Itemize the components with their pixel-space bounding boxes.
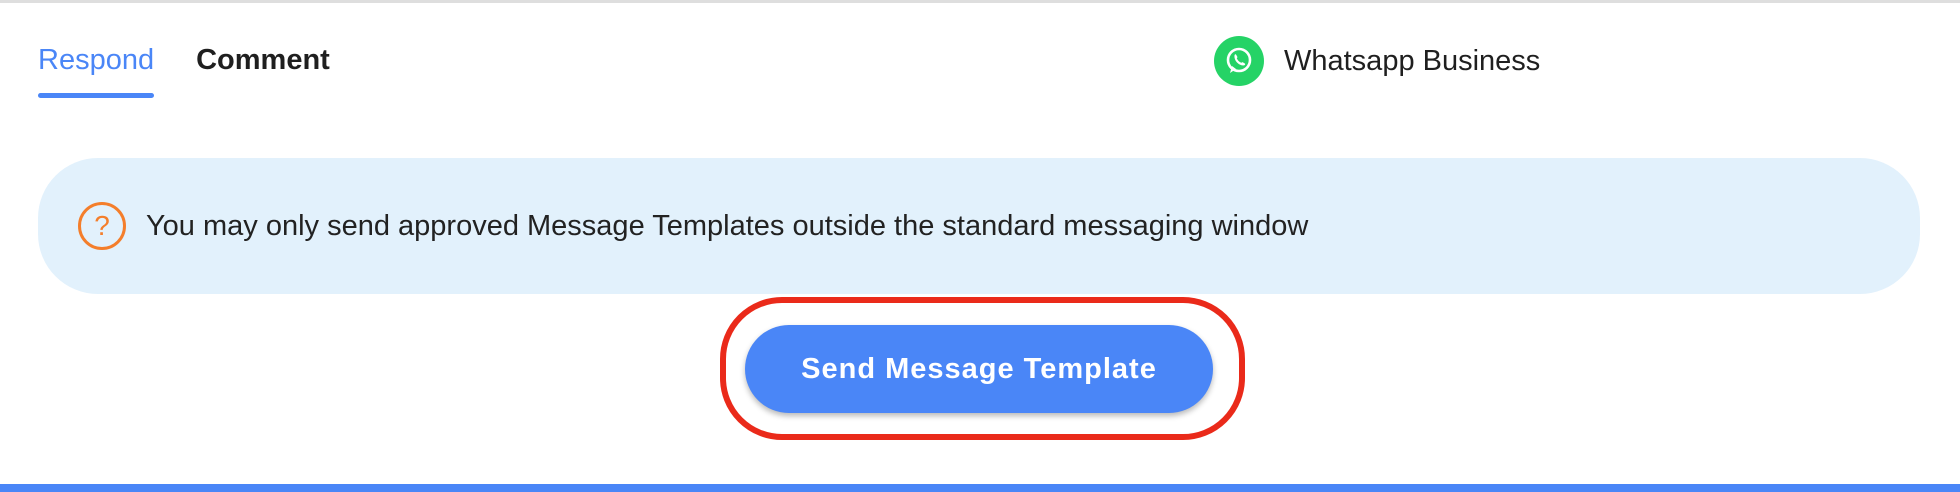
channel-label: Whatsapp Business (1284, 44, 1541, 77)
tab-respond[interactable]: Respond (38, 38, 155, 98)
send-message-template-button[interactable]: Send Message Template (745, 325, 1213, 413)
channel-selector[interactable]: Whatsapp Business (1214, 36, 1540, 86)
bottom-accent-bar (0, 484, 1960, 492)
tab-comment[interactable]: Comment (196, 38, 330, 98)
tab-bar: Respond Comment (38, 38, 330, 98)
top-divider (0, 0, 1960, 3)
messaging-window-notice: ? You may only send approved Message Tem… (38, 158, 1920, 294)
notice-text: You may only send approved Message Templ… (146, 209, 1309, 242)
question-circle-icon: ? (78, 202, 126, 250)
respond-panel: Respond Comment Whatsapp Business ? You … (0, 0, 1960, 492)
whatsapp-icon (1214, 36, 1264, 86)
